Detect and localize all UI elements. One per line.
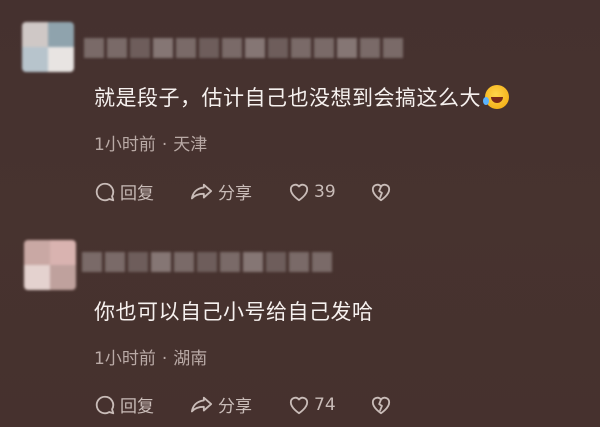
meta-separator: · [161, 135, 168, 155]
reply-button[interactable]: 回复 [94, 392, 190, 417]
comment-actions: 回复 分享 39 [94, 179, 400, 204]
comment-bubble-icon [95, 182, 115, 201]
dislike-button[interactable] [370, 182, 400, 202]
comment-actions: 回复 分享 74 [94, 392, 400, 417]
comment-item: 就是段子，估计自己也没想到会搞这么大 1小时前 · 天津 回复 分享 39 [0, 0, 600, 214]
like-button[interactable]: 39 [288, 182, 370, 202]
avatar[interactable] [24, 240, 76, 290]
share-label: 分享 [218, 184, 252, 204]
broken-heart-icon [371, 183, 391, 201]
share-arrow-icon [191, 183, 213, 199]
heart-icon [289, 396, 309, 414]
reply-label: 回复 [120, 397, 154, 417]
comment-location: 天津 [173, 135, 208, 155]
like-count: 74 [314, 394, 336, 415]
comment-item: 你也可以自己小号给自己发哈 1小时前 · 湖南 回复 分享 74 [0, 214, 600, 427]
rolling-on-floor-laughing-emoji-icon [483, 85, 509, 109]
comment-bubble-icon [95, 395, 115, 414]
share-label: 分享 [218, 397, 252, 417]
like-button[interactable]: 74 [288, 395, 370, 415]
comment-text: 你也可以自己小号给自己发哈 [94, 298, 374, 326]
comment-meta: 1小时前 · 天津 [94, 130, 207, 155]
reply-button[interactable]: 回复 [94, 179, 190, 204]
broken-heart-icon [371, 396, 391, 414]
comment-location: 湖南 [173, 349, 208, 369]
comment-meta: 1小时前 · 湖南 [94, 344, 207, 369]
comment-text-content: 就是段子，估计自己也没想到会搞这么大 [94, 86, 481, 110]
heart-icon [289, 183, 309, 201]
meta-separator: · [161, 349, 168, 369]
share-arrow-icon [191, 396, 213, 412]
share-button[interactable]: 分享 [190, 179, 288, 204]
comment-text: 就是段子，估计自己也没想到会搞这么大 [94, 84, 509, 112]
comment-text-content: 你也可以自己小号给自己发哈 [94, 300, 374, 324]
avatar[interactable] [22, 22, 74, 72]
username-blurred[interactable] [82, 252, 332, 272]
comment-time: 1小时前 [94, 135, 156, 155]
reply-label: 回复 [120, 184, 154, 204]
share-button[interactable]: 分享 [190, 392, 288, 417]
username-blurred[interactable] [84, 38, 403, 58]
like-count: 39 [314, 181, 336, 202]
dislike-button[interactable] [370, 395, 400, 415]
comment-time: 1小时前 [94, 349, 156, 369]
